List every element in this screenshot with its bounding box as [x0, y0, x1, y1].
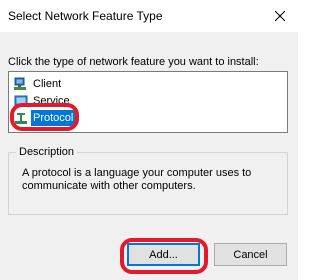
- window-title: Select Network Feature Type: [8, 9, 163, 23]
- add-button-highlight-annotation: [120, 238, 208, 274]
- title-bar: Select Network Feature Type: [0, 0, 298, 32]
- description-group-label: Description: [16, 146, 78, 158]
- cancel-button[interactable]: Cancel: [214, 243, 287, 266]
- close-button[interactable]: [268, 4, 292, 28]
- list-item-client[interactable]: Client: [14, 76, 63, 92]
- close-icon: [275, 11, 285, 21]
- protocol-highlight-annotation: [10, 103, 79, 131]
- client-icon: [14, 77, 28, 91]
- list-item-label: Client: [33, 78, 62, 90]
- description-text: A protocol is a language your computer u…: [22, 167, 252, 192]
- instruction-label: Click the type of network feature you wa…: [8, 56, 259, 68]
